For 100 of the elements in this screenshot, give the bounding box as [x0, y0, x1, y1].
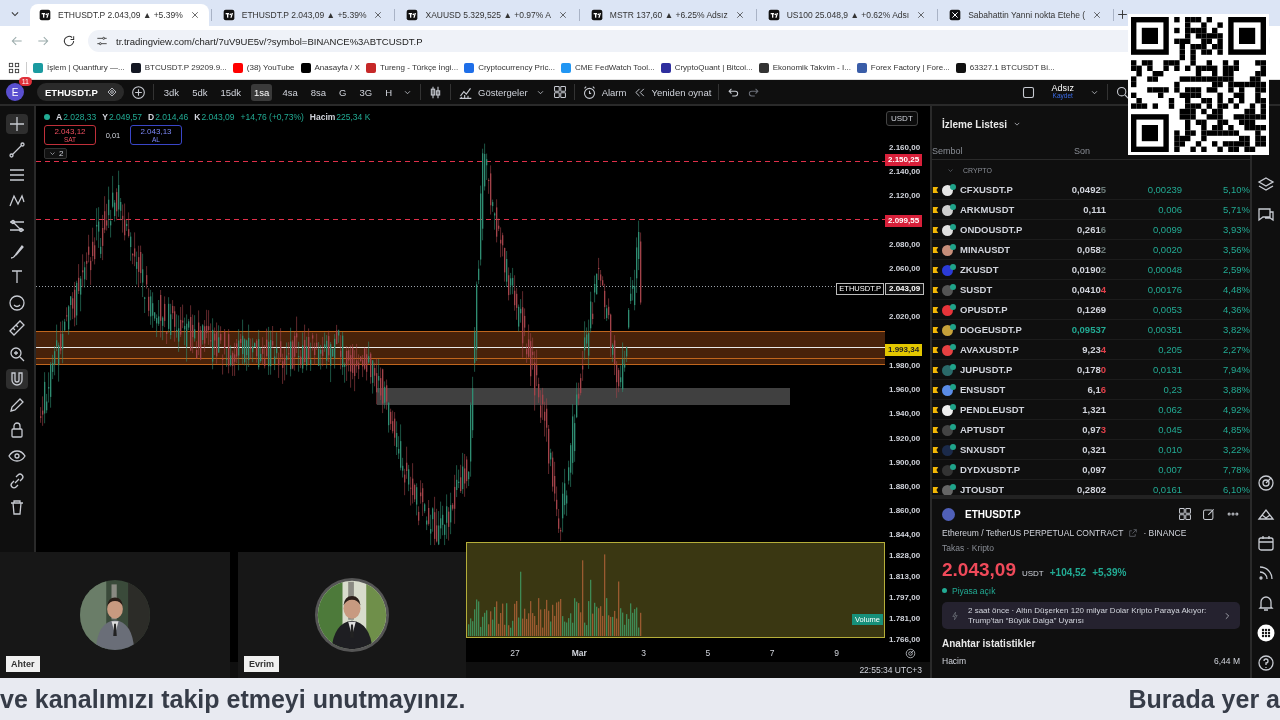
avatar[interactable]: E — [6, 83, 24, 101]
interval-button[interactable]: 3G — [356, 83, 376, 101]
interval-button[interactable]: 4sa — [279, 83, 301, 101]
new-tab-icon[interactable] — [1116, 8, 1130, 21]
watchlist-row[interactable]: DYDXUSDT.P 0,097 0,007 7,78% — [932, 460, 1250, 480]
edit-icon[interactable] — [1202, 507, 1216, 521]
help-icon[interactable] — [1257, 654, 1275, 672]
browser-tab[interactable]: XAUUSD 5.329,525 ▲ +0.97% A — [397, 4, 577, 26]
watchlist-row[interactable]: ZKUSDT 0,01902 0,00048 2,59% — [932, 260, 1250, 280]
price-label: 2.080,00 — [889, 238, 921, 251]
indicators-button[interactable]: Göstergeler — [458, 84, 528, 100]
bookmark[interactable]: İşlem | Quantfury —... — [33, 62, 125, 73]
watchlist-row[interactable]: SUSDT 0,04104 0,00176 4,48% — [932, 280, 1250, 300]
flag-icon — [932, 385, 940, 394]
magnet-icon[interactable] — [6, 369, 28, 389]
interval-button[interactable]: 8sa — [307, 83, 330, 101]
search-icon[interactable] — [1115, 84, 1130, 100]
watchlist-row[interactable]: ONDOUSDT.P 0,2616 0,0099 3,93% — [932, 220, 1250, 240]
collapse-button[interactable]: 2 — [44, 148, 68, 159]
target-icon[interactable] — [1257, 474, 1275, 492]
watchlist-row[interactable]: CFXUSDT.P 0,04925 0,00239 5,10% — [932, 180, 1250, 200]
bookmark[interactable]: Tureng - Türkçe İngi... — [365, 62, 459, 73]
close-icon[interactable] — [734, 10, 745, 20]
close-icon[interactable] — [557, 10, 568, 20]
close-icon[interactable] — [189, 10, 200, 20]
trend-line-icon[interactable] — [6, 139, 28, 160]
replay-button[interactable]: Yeniden oynat — [633, 85, 712, 99]
layout-icon[interactable] — [1178, 507, 1192, 521]
time-label: Mar — [570, 648, 588, 658]
price-change: 0,00048 — [1146, 264, 1182, 275]
watchlist-row[interactable]: SNXUSDT 0,321 0,010 3,22% — [932, 440, 1250, 460]
browser-tab[interactable]: ETHUSDT.P 2.043,09 ▲ +5.39% — [30, 4, 209, 26]
bookmark[interactable]: Ekonomik Takvim - I... — [758, 62, 851, 73]
site-info-icon[interactable] — [96, 35, 108, 47]
add-symbol-icon[interactable] — [130, 84, 146, 100]
close-icon[interactable] — [916, 10, 927, 20]
last-price: 0,1269 — [1075, 304, 1106, 315]
chat-icon[interactable] — [1257, 206, 1275, 224]
close-icon[interactable] — [373, 10, 384, 20]
watchlist-row[interactable]: OPUSDT.P 0,1269 0,0053 4,36% — [932, 300, 1250, 320]
ohlc-value: A2.028,33 — [56, 112, 97, 122]
watchlist-row[interactable]: ARKMUSDT 0,111 0,006 5,71% — [932, 200, 1250, 220]
price-change: 0,00351 — [1146, 324, 1182, 335]
watchlist-row[interactable]: DOGEUSDT.P 0,09537 0,00351 3,82% — [932, 320, 1250, 340]
price-change: 0,010 — [1157, 444, 1182, 455]
candles-icon[interactable] — [428, 84, 443, 100]
price-label: 1.980,00 — [889, 359, 921, 372]
bookmark[interactable]: Cryptocurrency Pric... — [464, 62, 556, 73]
apps-icon[interactable] — [1257, 624, 1275, 642]
bookmark[interactable]: Anasayfa / X — [300, 62, 360, 73]
interval-button[interactable]: 1sa — [251, 83, 273, 101]
interval-button[interactable]: G — [336, 83, 350, 101]
reload-icon[interactable] — [62, 34, 76, 48]
currency-dropdown[interactable]: USDT — [886, 111, 918, 126]
signal-icon[interactable] — [1257, 564, 1275, 582]
news-banner[interactable]: 2 saat önce · Altın Düşerken 120 milyar Dolar Kripto Paraya Akıyor: Trump'tan “Büyük Dalga” Uyarısı — [942, 602, 1240, 629]
browser-tab[interactable]: ETHUSDT.P 2.043,09 ▲ +5.39% — [213, 4, 393, 26]
browser-tab[interactable]: MSTR 137,60 ▲ +6.25% Adsız — [581, 4, 754, 26]
price-change: 0,062 — [1157, 404, 1182, 415]
watchlist-title[interactable]: İzleme Listesi — [942, 118, 1023, 130]
flag-icon — [932, 445, 940, 454]
interval-button[interactable]: 3dk — [160, 83, 183, 101]
bookmark[interactable]: (38) YouTube — [232, 62, 295, 73]
watchlist-row[interactable]: PENDLEUSDT 1,321 0,062 4,92% — [932, 400, 1250, 420]
bell-icon[interactable] — [1257, 594, 1275, 612]
bookmark[interactable]: BTCUSDT.P 29209.9... — [130, 62, 227, 73]
smiley-icon[interactable] — [6, 292, 28, 313]
layout-icon[interactable] — [552, 85, 567, 99]
watchlist-row[interactable]: APTUSDT 0,973 0,045 4,85% — [932, 420, 1250, 440]
watchlist-row[interactable]: JUPUSDT.P 0,1780 0,0131 7,94% — [932, 360, 1250, 380]
layout-name[interactable]: Adsız — [1051, 84, 1074, 94]
calendar-icon[interactable] — [1257, 534, 1275, 552]
bookmark[interactable]: CryptoQuant | Bitcoi... — [660, 62, 753, 73]
site-logo-icon — [949, 9, 962, 21]
browser-tab[interactable]: US100 25.048,9 ▲ +0.62% Adsı — [758, 4, 936, 26]
bookmark[interactable]: CME FedWatch Tool... — [561, 62, 655, 73]
alarm-button[interactable]: Alarm — [581, 84, 627, 100]
price-label: 1.880,00 — [889, 481, 921, 493]
bookmark[interactable]: 63327.1 BTCUSDT Bi... — [955, 62, 1055, 73]
watchlist-row[interactable]: MINAUSDT 0,0582 0,0020 3,56% — [932, 240, 1250, 260]
watchlist-row[interactable]: JTOUSDT 0,2802 0,0161 6,10% — [932, 480, 1250, 495]
symbol-button[interactable]: ETHUSDT.P — [37, 83, 124, 101]
square-icon[interactable] — [1021, 84, 1037, 100]
percent-change: 4,85% — [1222, 424, 1250, 435]
watchlist-row[interactable]: AVAXUSDT.P 9,234 0,205 2,27% — [932, 340, 1250, 360]
time-label: 7 — [768, 648, 776, 658]
browser-tab[interactable]: Sabahattin Yanni nokta Etehe ( — [940, 4, 1112, 26]
percent-change: 3,82% — [1222, 324, 1250, 335]
diamond-icon[interactable] — [105, 86, 118, 98]
apps-icon[interactable] — [8, 61, 20, 74]
crosshair-icon[interactable] — [6, 114, 28, 134]
interval-button[interactable]: H — [382, 83, 395, 101]
watchlist-row[interactable]: ENSUSDT 6,16 0,23 3,88% — [932, 380, 1250, 400]
interval-button[interactable]: 5dk — [189, 83, 211, 101]
site-logo-icon — [406, 9, 419, 21]
close-icon[interactable] — [1092, 10, 1103, 20]
volume-value: Hacim225,34 K — [309, 112, 371, 122]
interval-button[interactable]: 15dk — [217, 83, 245, 101]
bookmark[interactable]: Forex Factory | Fore... — [856, 62, 950, 73]
column-header: Son — [1073, 145, 1090, 156]
